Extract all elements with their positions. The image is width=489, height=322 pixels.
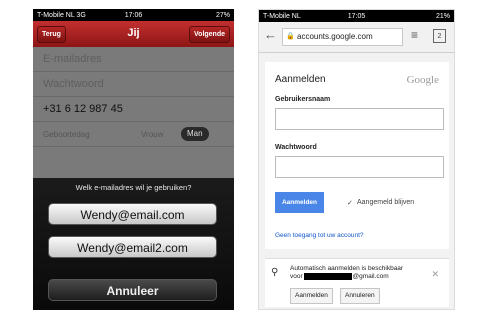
autologin-message-prefix: voor xyxy=(290,273,303,281)
clock: 17:06 xyxy=(124,11,143,19)
browser-toolbar: ← accounts.google.com 🔒 ≡ 2 xyxy=(259,22,454,53)
username-label: Gebruikersnaam xyxy=(275,96,331,103)
gender-male-option[interactable]: Man xyxy=(181,127,209,141)
carrier-label: T-Mobile NL 3G xyxy=(37,11,86,19)
autologin-infobar: ⚲ Automatisch aanmelden is beschikbaar v… xyxy=(265,258,449,307)
tabs-counter-icon[interactable]: 2 xyxy=(433,29,446,43)
username-input[interactable] xyxy=(275,108,444,130)
phone-field[interactable]: +31 6 12 987 45 xyxy=(33,97,234,122)
battery-level: 21% xyxy=(435,12,450,20)
signin-button[interactable]: Aanmelden xyxy=(275,192,324,213)
birthday-field[interactable]: Geboortedag xyxy=(43,130,90,139)
google-logo: Google xyxy=(406,74,439,86)
password-field[interactable]: Wachtwoord xyxy=(33,72,234,97)
status-bar: T-Mobile NL 17:05 21% xyxy=(259,10,454,22)
email-option-2[interactable]: Wendy@email2.com xyxy=(48,236,217,258)
address-bar[interactable]: accounts.google.com xyxy=(282,28,403,46)
back-arrow-icon[interactable]: ← xyxy=(264,27,277,42)
autologin-accept-button[interactable]: Aanmelden xyxy=(290,288,333,304)
redacted-username xyxy=(304,273,353,280)
autologin-message-line1: Automatisch aanmelden is beschikbaar xyxy=(290,265,404,272)
checkmark-icon[interactable]: ✓ xyxy=(347,199,353,207)
password-input[interactable] xyxy=(275,156,444,178)
autologin-message: Automatisch aanmelden is beschikbaar voo… xyxy=(290,265,435,281)
forgot-account-link[interactable]: Geen toegang tot uw account? xyxy=(275,232,364,239)
close-icon[interactable]: ✕ xyxy=(431,269,439,280)
birthday-gender-row: Geboortedag Vrouw Man xyxy=(33,122,234,147)
cancel-button[interactable]: Annuleer xyxy=(48,279,217,301)
battery-level: 27% xyxy=(215,11,230,19)
menu-icon[interactable]: ≡ xyxy=(411,28,418,42)
gender-female-option[interactable]: Vrouw xyxy=(141,122,163,147)
autologin-decline-button[interactable]: Annuleren xyxy=(340,288,380,304)
profile-form: E-mailadres Wachtwoord +31 6 12 987 45 G… xyxy=(33,47,234,178)
navigation-bar: Terug Jij Volgende xyxy=(33,21,234,47)
email-field[interactable]: E-mailadres xyxy=(33,47,234,72)
action-sheet: Welk e-mailadres wil je gebruiken? Wendy… xyxy=(33,178,234,310)
password-label: Wachtwoord xyxy=(275,144,317,151)
clock: 17:05 xyxy=(347,12,366,20)
email-option-1[interactable]: Wendy@email.com xyxy=(48,203,217,225)
status-bar: T-Mobile NL 3G 17:06 27% xyxy=(33,9,234,21)
stay-signed-in-checkbox[interactable]: Aangemeld blijven xyxy=(357,199,414,206)
signin-card: Aanmelden Google Gebruikersnaam Wachtwoo… xyxy=(265,62,449,249)
right-phone-screen: T-Mobile NL 17:05 21% ← accounts.google.… xyxy=(258,9,455,310)
left-phone-screen: T-Mobile NL 3G 17:06 27% Terug Jij Volge… xyxy=(33,9,234,310)
carrier-label: T-Mobile NL xyxy=(263,12,301,20)
autologin-message-suffix: @gmail.com xyxy=(352,273,389,281)
action-sheet-question: Welk e-mailadres wil je gebruiken? xyxy=(75,183,192,192)
next-button[interactable]: Volgende xyxy=(189,26,230,43)
signin-heading: Aanmelden xyxy=(275,74,326,85)
key-icon: ⚲ xyxy=(271,267,279,278)
lock-icon: 🔒 xyxy=(286,33,295,40)
